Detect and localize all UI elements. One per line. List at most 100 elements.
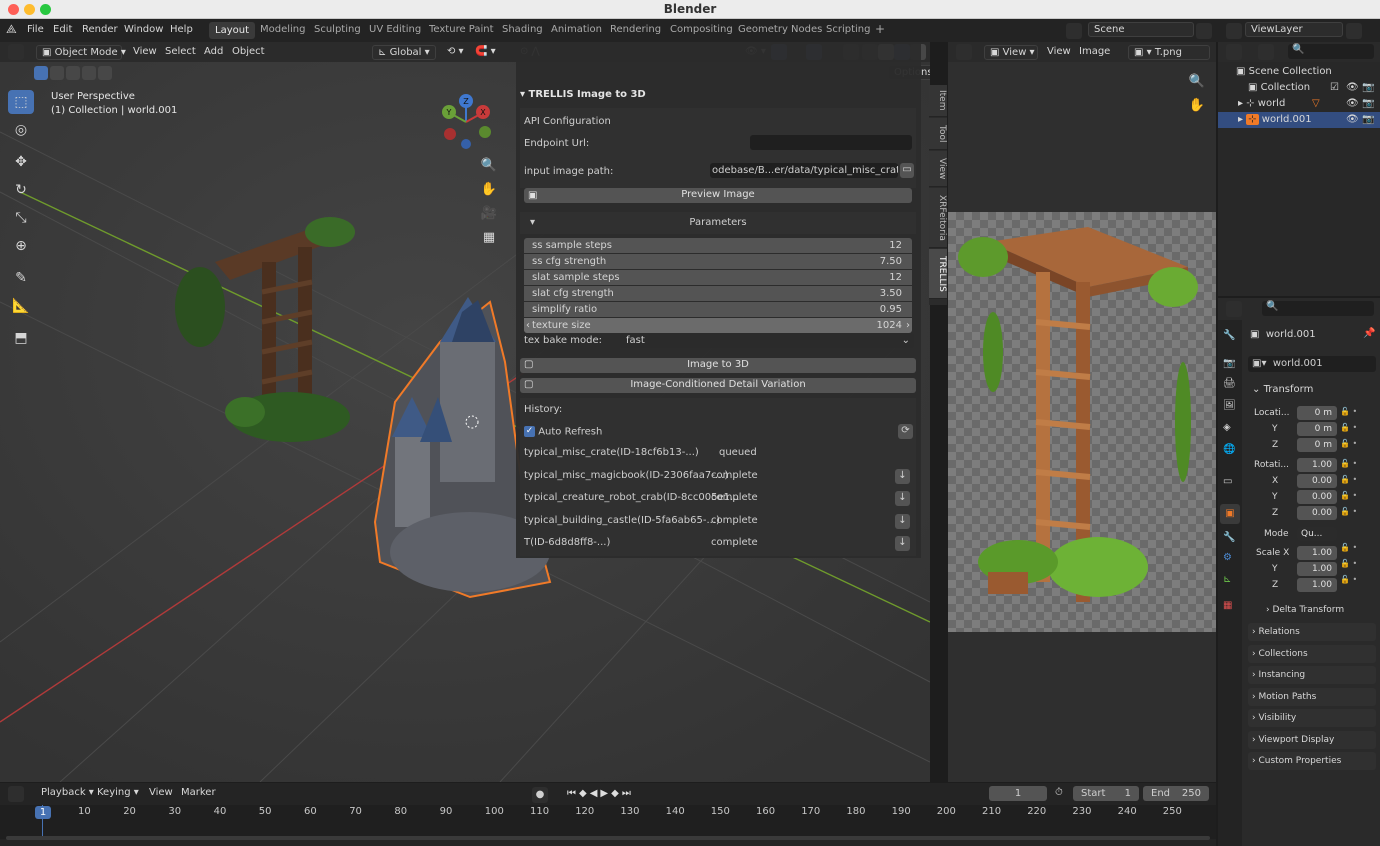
editor-type-icon[interactable] <box>956 44 972 60</box>
properties-editor[interactable]: 🔍 🔧 📷 🖨 🖼 ◈ 🌐 ▭ ▣ 🔧 ⚙ ⊾ ▦ ▣ world.001 📌 … <box>1218 298 1380 846</box>
editor-type-icon[interactable] <box>8 786 24 802</box>
custom-properties-section[interactable]: › Custom Properties <box>1248 752 1376 770</box>
viewlayer-selector[interactable]: ViewLayer <box>1245 22 1343 37</box>
viewport-display-section[interactable]: › Viewport Display <box>1248 731 1376 749</box>
download-icon[interactable]: ↓ <box>895 491 910 506</box>
timeline-menu-view[interactable]: View <box>144 786 178 801</box>
record-icon[interactable]: ● <box>532 787 548 803</box>
param-ss-sample-steps[interactable]: ss sample steps 12 <box>524 238 912 253</box>
increment-icon[interactable]: › <box>906 318 910 333</box>
select-box-tool-icon[interactable]: ⬚ <box>8 90 34 114</box>
lock-icon[interactable]: 🔓 • <box>1340 540 1376 556</box>
rotation-mode-dropdown[interactable]: Qu... <box>1297 527 1337 541</box>
tab-shading[interactable]: Shading <box>502 24 543 35</box>
tex-bake-mode-dropdown[interactable]: fast ⌄ <box>620 333 914 348</box>
param-texture-size[interactable]: ‹ texture size 1024 › <box>524 318 912 333</box>
object-mode-dropdown[interactable]: ▣ Object Mode ▾ <box>36 45 126 60</box>
end-frame-field[interactable]: End 250 <box>1143 786 1209 801</box>
tab-item[interactable]: Item <box>929 85 947 117</box>
camera-icon[interactable]: 📷 <box>1362 96 1374 112</box>
camera-view-icon[interactable]: 🎥 <box>479 204 499 224</box>
rotation-w-field[interactable]: 1.00 <box>1297 458 1337 472</box>
viewport-menu-view[interactable]: View <box>128 45 162 60</box>
location-y-field[interactable]: 0 m <box>1297 422 1337 436</box>
tab-trellis[interactable]: TRELLIS <box>929 249 947 299</box>
lock-icon[interactable]: 🔓 • <box>1340 472 1376 488</box>
rotation-z-field[interactable]: 0.00 <box>1297 506 1337 520</box>
download-icon[interactable]: ↓ <box>895 536 910 551</box>
keying-menu[interactable]: Keying ▾ <box>92 786 144 801</box>
timeline[interactable]: Playback ▾ Keying ▾ View Marker ● ⏮◆◀▶◆⏭… <box>0 783 1216 846</box>
outliner[interactable]: 🔍 ▣ Scene Collection ▣ Collection ☑ 👁 📷 ▸ ⊹… <box>1218 42 1380 296</box>
camera-icon[interactable]: 📷 <box>1362 112 1374 128</box>
location-x-field[interactable]: 0 m <box>1297 406 1337 420</box>
render-tab-icon[interactable]: 📷 <box>1223 358 1235 369</box>
detail-variation-button[interactable]: ▢ Image-Conditioned Detail Variation <box>520 378 916 393</box>
select-subtract-icon[interactable] <box>66 66 80 80</box>
lock-icon[interactable]: 🔓 • <box>1340 436 1376 452</box>
delta-transform-panel[interactable]: › Delta Transform <box>1266 603 1344 617</box>
material-tab-icon[interactable]: ▦ <box>1223 600 1232 611</box>
param-slat-cfg-strength[interactable]: slat cfg strength 3.50 <box>524 286 912 301</box>
param-ss-cfg-strength[interactable]: ss cfg strength 7.50 <box>524 254 912 269</box>
editor-type-icon[interactable] <box>1226 301 1242 317</box>
menu-window[interactable]: Window <box>124 24 163 35</box>
transform-panel-header[interactable]: ⌄ Transform <box>1252 383 1313 397</box>
scale-z-field[interactable]: 1.00 <box>1297 578 1337 592</box>
location-z-field[interactable]: 0 m <box>1297 438 1337 452</box>
camera-icon[interactable]: 📷 <box>1362 80 1374 96</box>
menu-help[interactable]: Help <box>170 24 193 35</box>
new-viewlayer-icon[interactable] <box>1346 23 1362 39</box>
parameters-header[interactable]: ▾ Parameters <box>520 212 916 234</box>
zoom-icon[interactable]: 🔍 <box>479 156 499 176</box>
tab-xrfeitoria[interactable]: XRFeitoria <box>929 188 947 248</box>
input-image-path-field[interactable]: odebase/B...er/data/typical_misc_crate.p… <box>710 163 898 178</box>
checkbox-icon[interactable]: ☑ <box>1330 80 1339 96</box>
annotate-tool-icon[interactable]: ✎ <box>8 266 34 290</box>
editor-type-icon[interactable] <box>1226 44 1242 60</box>
timeline-menu-marker[interactable]: Marker <box>176 786 221 801</box>
tab-modeling[interactable]: Modeling <box>260 24 306 35</box>
jump-end-icon[interactable]: ⏭ <box>622 788 634 799</box>
collection-tab-icon[interactable]: ▭ <box>1223 476 1232 487</box>
outliner-world-001[interactable]: ▸ ⊹ world.001 👁 📷 <box>1218 112 1380 128</box>
timeline-scrollbar[interactable] <box>6 836 1210 840</box>
menu-file[interactable]: File <box>27 24 44 35</box>
select-extend-icon[interactable] <box>50 66 64 80</box>
zoom-icon[interactable]: 🔍 <box>1187 72 1207 92</box>
pivot-icon[interactable]: ⟲ ▾ <box>442 45 469 60</box>
param-slat-sample-steps[interactable]: slat sample steps 12 <box>524 270 912 285</box>
new-scene-icon[interactable] <box>1196 23 1212 39</box>
tab-layout[interactable]: Layout <box>209 22 255 39</box>
rotate-tool-icon[interactable]: ↻ <box>8 178 34 202</box>
lock-icon[interactable]: 🔓 • <box>1340 556 1376 572</box>
pin-icon[interactable]: 📌 <box>1363 328 1375 339</box>
transform-orientation-dropdown[interactable]: ⊾ Global ▾ <box>372 45 436 60</box>
view-layer-tab-icon[interactable]: 🖼 <box>1223 400 1236 411</box>
measure-tool-icon[interactable]: 📐 <box>8 294 34 318</box>
visibility-section[interactable]: › Visibility <box>1248 709 1376 727</box>
world-tab-icon[interactable]: 🌐 <box>1223 444 1235 455</box>
eye-icon[interactable]: 👁 <box>1346 96 1359 112</box>
stopwatch-icon[interactable]: ⏱ <box>1055 787 1063 798</box>
close-window-button[interactable] <box>8 4 19 15</box>
select-new-icon[interactable] <box>34 66 48 80</box>
tool-tab-icon[interactable]: 🔧 <box>1223 330 1235 341</box>
lock-icon[interactable]: 🔓 • <box>1340 404 1376 420</box>
refresh-icon[interactable]: ⟳ <box>898 424 913 439</box>
tab-animation[interactable]: Animation <box>551 24 602 35</box>
next-keyframe-icon[interactable]: ◆ <box>611 788 622 799</box>
tab-geometry-nodes[interactable]: Geometry Nodes <box>738 24 822 35</box>
pan-hand-icon[interactable]: ✋ <box>1187 96 1207 116</box>
image-menu-image[interactable]: Image <box>1074 45 1115 60</box>
outliner-search-input[interactable]: 🔍 <box>1288 44 1374 59</box>
display-mode-icon[interactable] <box>1258 44 1274 60</box>
blender-logo-icon[interactable]: ⟁ <box>6 22 17 37</box>
viewlayer-icon[interactable] <box>1226 23 1242 39</box>
object-datablock-field[interactable]: ▣▾ world.001 <box>1248 356 1376 372</box>
scale-tool-icon[interactable]: ⤡ <box>8 206 34 230</box>
lock-icon[interactable]: 🔓 • <box>1340 488 1376 504</box>
decrement-icon[interactable]: ‹ <box>526 318 530 333</box>
tab-view[interactable]: View <box>929 151 947 187</box>
transform-tool-icon[interactable]: ⊕ <box>8 234 34 258</box>
